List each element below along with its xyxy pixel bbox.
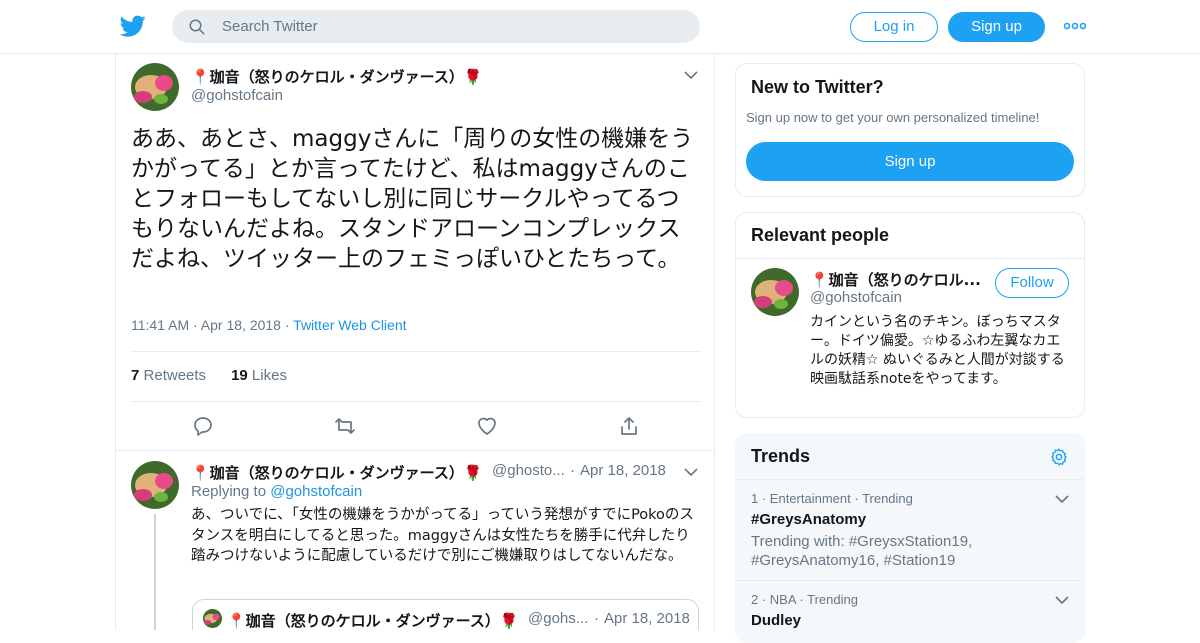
divider [131,401,701,402]
more-dots-icon[interactable] [1064,18,1086,34]
quoted-tweet[interactable]: 📍珈音（怒りのケロル・ダンヴァース）🌹 @gohs... · Apr 18, 2… [192,599,699,630]
signup-module-title: New to Twitter? [751,77,884,97]
divider [116,450,714,451]
trend-name: #GreysAnatomy [751,511,867,528]
tweet-stats: 7 Retweets 19 Likes [131,367,287,384]
tweet-text: ああ、あとさ、maggyさんに「周りの女性の機嫌をうかがってる」とか言ってたけど… [131,126,694,272]
trend-name: Dudley [751,612,802,629]
likes-count-link[interactable]: 19 Likes [231,367,287,384]
chevron-down-icon[interactable] [684,70,698,80]
chevron-down-icon[interactable] [1055,494,1069,504]
chevron-down-icon[interactable] [1055,595,1069,605]
divider [131,351,701,352]
signup-module: New to Twitter? Sign up now to get your … [735,63,1085,197]
person-bio: カインという名のチキン。ぼっちマスター。ドイツ偏愛。☆ゆるふわ左翼なカエルの妖精… [810,314,1065,387]
relevant-people-module: Relevant people 📍珈音（怒りのケロル... @gohstofca… [735,212,1085,418]
avatar[interactable] [751,268,799,316]
trend-rank: 2 [751,592,759,607]
separator-dot: · [594,610,599,627]
replying-to: Replying to @gohstofcain [191,483,362,500]
avatar [203,609,222,628]
reply-date[interactable]: Apr 18, 2018 [580,462,666,479]
trend-item[interactable]: 2 · NBA · Trending Dudley [736,581,1084,641]
trend-meta: 2 · NBA · Trending [751,592,858,607]
likes-count: 19 [231,367,248,384]
trend-category: NBA [769,592,796,607]
chevron-down-icon[interactable] [684,467,698,477]
separator-dot: · [193,317,201,333]
author-handle[interactable]: @gohstofcain [191,87,283,104]
share-icon[interactable] [617,414,641,438]
reply-author-name[interactable]: 📍珈音（怒りのケロル・ダンヴァース）🌹 [191,462,483,483]
reply-author-handle[interactable]: @ghosto... [492,462,565,479]
top-bar: Log in Sign up [0,0,1200,54]
avatar[interactable] [131,461,179,509]
tweet-timestamp: 11:41 AM · Apr 18, 2018 · Twitter Web Cl… [131,317,407,333]
search-input[interactable] [222,10,682,43]
author-name[interactable]: 📍珈音（怒りのケロル・ダンヴァース）🌹 [191,66,483,87]
trend-meta: 1 · Entertainment · Trending [751,491,913,506]
follow-button[interactable]: Follow [995,268,1069,298]
search-box[interactable] [172,10,700,43]
separator-dot: · [284,317,294,333]
trend-item[interactable]: 1 · Entertainment · Trending #GreysAnato… [736,480,1084,580]
permalink-column: 📍珈音（怒りのケロル・ダンヴァース）🌹 @gohstofcain ああ、あとさ、… [115,54,715,630]
replying-to-label: Replying to [191,483,267,500]
search-icon [189,19,205,35]
retweet-icon[interactable] [333,414,357,438]
retweets-count: 7 [131,367,140,384]
signup-module-subtitle: Sign up now to get your own personalized… [746,110,1040,125]
person-name[interactable]: 📍珈音（怒りのケロル... [810,269,981,290]
quoted-author-name: 📍珈音（怒りのケロル・ダンヴァース）🌹 [227,612,519,630]
likes-label: Likes [251,367,287,384]
retweets-label: Retweets [143,367,207,384]
relevant-people-title: Relevant people [751,225,890,245]
quoted-author-handle: @gohs... [528,610,589,627]
login-button[interactable]: Log in [850,12,938,42]
trend-category: Entertainment [769,491,851,506]
like-icon[interactable] [475,414,499,438]
tweet-client[interactable]: Twitter Web Client [293,317,406,333]
twitter-bird-icon[interactable] [120,13,146,39]
trends-module: Trends 1 · Entertainment · Trending #Gre… [735,433,1085,643]
tweet-date[interactable]: Apr 18, 2018 [201,317,281,333]
reply-text: あ、ついでに、「女性の機嫌をうかがってる」っていう発想がすでにPokoのスタンス… [191,507,694,564]
gear-icon[interactable] [1049,447,1069,467]
tweet-time[interactable]: 11:41 AM [131,317,189,333]
trend-status: Trending [807,592,858,607]
reply-icon[interactable] [191,414,215,438]
trend-status: Trending [862,491,913,506]
separator-dot: · [570,462,575,479]
trends-title: Trends [751,446,811,466]
trend-related: Trending with: #GreysxStation19, #GreysA… [751,533,973,569]
signup-button[interactable]: Sign up [948,12,1045,42]
replying-to-handle[interactable]: @gohstofcain [270,483,362,500]
divider [736,258,1084,259]
avatar[interactable] [131,63,179,111]
person-handle[interactable]: @gohstofcain [810,289,902,306]
retweet-count-link[interactable]: 7 Retweets [131,367,206,384]
thread-connector [154,514,156,630]
quoted-date: Apr 18, 2018 [604,610,690,627]
trend-rank: 1 [751,491,759,506]
sidebar-signup-button[interactable]: Sign up [746,142,1074,181]
